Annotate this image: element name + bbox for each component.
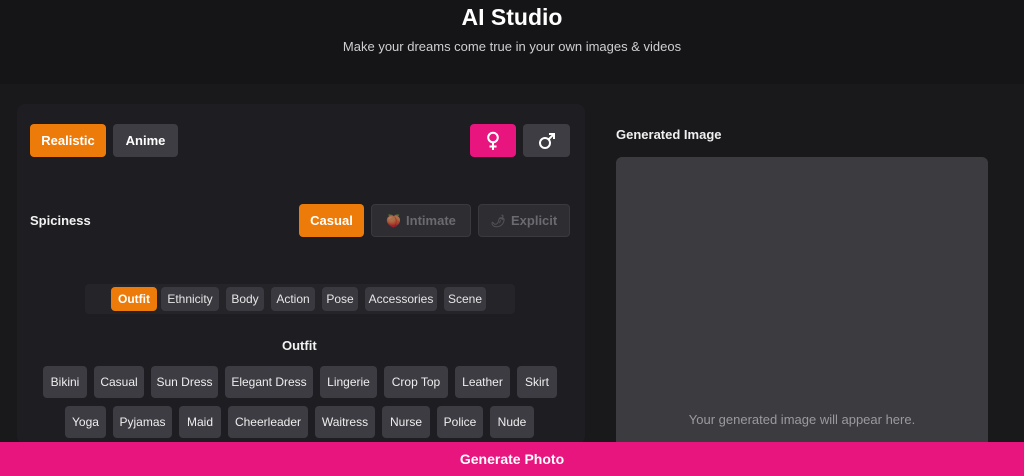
- spiciness-label: Spiciness: [30, 213, 91, 228]
- outfit-option-cheerleader[interactable]: Cheerleader: [228, 406, 308, 438]
- tab-pose[interactable]: Pose: [322, 287, 358, 311]
- explicit-label: Explicit: [510, 213, 558, 228]
- outfit-option-nurse[interactable]: Nurse: [382, 406, 430, 438]
- outfit-option-bikini[interactable]: Bikini: [43, 366, 87, 398]
- outfit-option-nude[interactable]: Nude: [490, 406, 534, 438]
- intimate-spice-button[interactable]: 🍑 Intimate: [371, 204, 471, 237]
- outfit-option-sun-dress[interactable]: Sun Dress: [151, 366, 218, 398]
- tab-accessories[interactable]: Accessories: [365, 287, 437, 311]
- realistic-button[interactable]: Realistic: [30, 124, 106, 157]
- chili-pepper-icon: 🌶: [490, 213, 506, 228]
- generate-photo-button[interactable]: Generate Photo: [0, 442, 1024, 476]
- page-title: AI Studio: [461, 4, 563, 30]
- female-symbol-icon: [485, 131, 501, 151]
- outfit-option-yoga[interactable]: Yoga: [65, 406, 106, 438]
- tab-scene[interactable]: Scene: [444, 287, 486, 311]
- anime-button[interactable]: Anime: [113, 124, 178, 157]
- page-header: AI Studio Make your dreams come true in …: [0, 0, 1024, 84]
- preview-placeholder-text: Your generated image will appear here.: [688, 412, 916, 427]
- outfit-option-leather[interactable]: Leather: [455, 366, 510, 398]
- outfit-option-crop-top[interactable]: Crop Top: [384, 366, 448, 398]
- outfit-option-pyjamas[interactable]: Pyjamas: [113, 406, 172, 438]
- tab-action[interactable]: Action: [271, 287, 315, 311]
- tab-ethnicity[interactable]: Ethnicity: [161, 287, 219, 311]
- outfit-option-lingerie[interactable]: Lingerie: [320, 366, 377, 398]
- peach-icon: 🍑: [386, 213, 402, 228]
- tab-body[interactable]: Body: [226, 287, 264, 311]
- tab-outfit[interactable]: Outfit: [111, 287, 157, 311]
- page-subtitle: Make your dreams come true in your own i…: [342, 39, 682, 54]
- outfit-heading: Outfit: [282, 338, 317, 353]
- casual-spice-button[interactable]: Casual: [299, 204, 364, 237]
- outfit-option-police[interactable]: Police: [437, 406, 483, 438]
- outfit-option-elegant-dress[interactable]: Elegant Dress: [225, 366, 313, 398]
- ai-studio-page: AI Studio Make your dreams come true in …: [0, 0, 1024, 476]
- male-button[interactable]: [523, 124, 570, 157]
- outfit-option-skirt[interactable]: Skirt: [517, 366, 557, 398]
- male-symbol-icon: [538, 132, 556, 150]
- outfit-option-waitress[interactable]: Waitress: [315, 406, 375, 438]
- generated-image-preview: [616, 157, 988, 447]
- intimate-label: Intimate: [406, 213, 456, 228]
- female-button[interactable]: [470, 124, 516, 157]
- generated-image-label: Generated Image: [616, 127, 722, 142]
- explicit-spice-button[interactable]: 🌶 Explicit: [478, 204, 570, 237]
- outfit-option-maid[interactable]: Maid: [179, 406, 221, 438]
- outfit-option-casual[interactable]: Casual: [94, 366, 144, 398]
